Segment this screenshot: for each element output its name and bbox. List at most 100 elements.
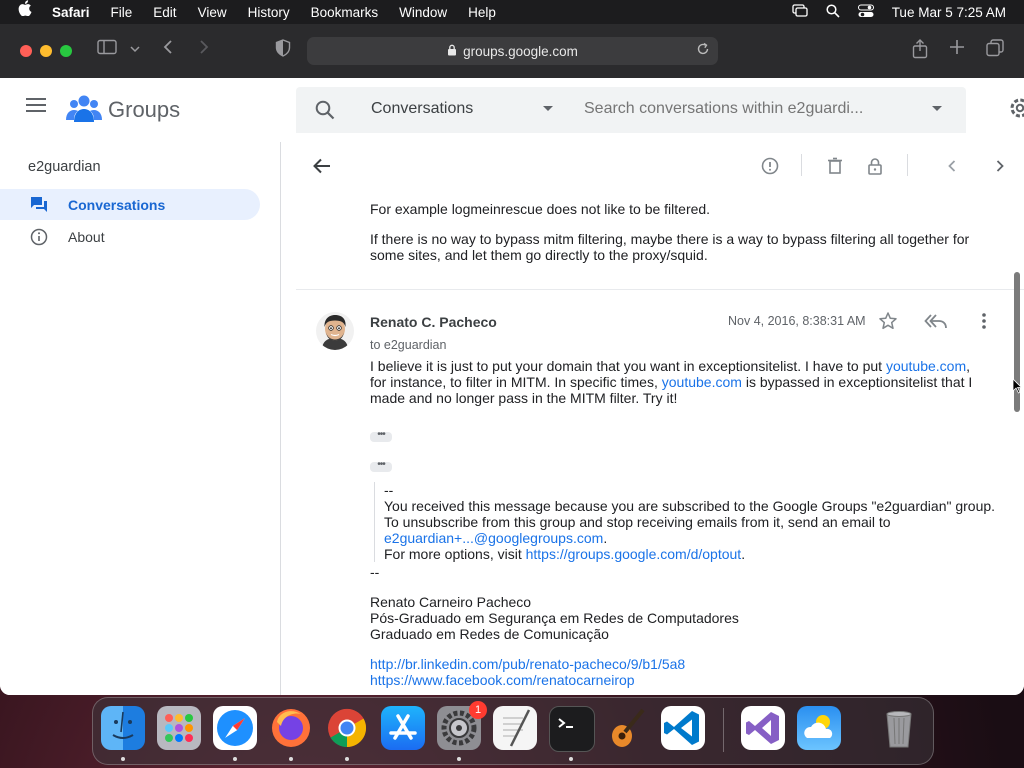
signature-line: Graduado em Redes de Comunicação [370,626,609,642]
scope-dropdown-icon[interactable] [543,106,553,111]
sidebar-item-label: Conversations [68,196,166,213]
main-menu-icon[interactable] [26,98,46,112]
spotlight-search-icon[interactable] [826,3,840,21]
chrome-icon[interactable] [325,706,369,750]
recipient-line: to e2guardian [370,338,447,352]
sidebar-item-conversations[interactable]: Conversations [0,189,260,220]
trash-icon[interactable] [877,706,921,750]
more-options-icon[interactable] [976,311,992,331]
privacy-shield-icon[interactable] [275,39,291,63]
menu-edit[interactable]: Edit [153,5,176,20]
sender-name[interactable]: Renato C. Pacheco [370,314,497,330]
sidebar-item-about[interactable]: About [0,221,260,252]
screen-mirroring-icon[interactable] [792,3,808,21]
next-conversation-icon[interactable] [990,156,1010,176]
finder-icon[interactable] [101,706,145,750]
menu-window[interactable]: Window [399,5,447,20]
optout-link[interactable]: https://groups.google.com/d/optout [526,546,742,562]
unsubscribe-email-link[interactable]: e2guardian+...@googlegroups.com [384,530,603,546]
previous-conversation-icon[interactable] [942,156,962,176]
share-icon[interactable] [912,39,928,65]
facebook-link[interactable]: https://www.facebook.com/renatocarneirop [370,672,635,688]
app-store-icon[interactable] [381,706,425,750]
settings-gear-icon[interactable] [1008,96,1024,120]
message-divider [296,289,1024,290]
quoted-line: You received this message because you ar… [384,498,996,514]
report-abuse-icon[interactable] [760,156,780,176]
group-name[interactable]: e2guardian [28,159,101,175]
signature-line: Pós-Graduado em Segurança em Redes de Co… [370,610,739,626]
reply-all-icon[interactable] [924,311,948,331]
safari-toolbar: groups.google.com [0,24,1024,79]
sidebar-toggle-icon[interactable] [97,39,117,61]
show-trimmed-content-button[interactable]: ••• [370,430,392,442]
youtube-link[interactable]: youtube.com [886,358,966,374]
running-indicator [233,757,237,761]
quoted-separator: -- [384,482,394,498]
quoted-text: . [603,530,608,546]
window-close-button[interactable] [20,45,32,57]
delete-icon[interactable] [825,156,845,176]
menu-view[interactable]: View [198,5,227,20]
search-scope-select[interactable]: Conversations [371,100,473,118]
youtube-link[interactable]: youtube.com [662,374,742,390]
back-nav-icon[interactable] [162,39,174,61]
star-icon[interactable] [878,311,898,331]
reload-icon[interactable] [696,42,710,59]
tab-group-chevron-icon[interactable] [130,39,140,61]
quoted-line: For more options, visit https://groups.g… [384,546,1004,562]
apple-menu-icon[interactable] [18,0,34,24]
previous-message-paragraph: If there is no way to bypass mitm filter… [370,231,970,263]
menu-app-name[interactable]: Safari [52,5,90,20]
menu-help[interactable]: Help [468,5,496,20]
lock-conversation-icon[interactable] [865,156,885,176]
message-body: I believe it is just to put your domain … [370,358,985,406]
vscode-icon[interactable] [661,706,705,750]
running-indicator [121,757,125,761]
lock-icon [447,44,457,59]
search-input[interactable] [584,100,914,118]
address-bar[interactable]: groups.google.com [307,37,718,65]
quoted-line: e2guardian+...@googlegroups.com. [384,530,1004,546]
groups-sidebar: e2guardian Conversations About [0,142,281,695]
safari-window: groups.google.com Groups Conversations S… [0,24,1024,695]
sender-avatar[interactable] [316,312,354,350]
textedit-icon[interactable] [493,706,537,750]
action-separator [801,154,802,176]
tab-overview-icon[interactable] [986,39,1004,63]
dock-separator [723,708,724,752]
show-quoted-text-button[interactable]: ••• [370,460,392,472]
previous-message-line: For example logmeinrescue does not like … [370,201,711,217]
menu-bar: Safari File Edit View History Bookmarks … [0,0,1024,24]
linkedin-link[interactable]: http://br.linkedin.com/pub/renato-pachec… [370,656,685,672]
menu-bookmarks[interactable]: Bookmarks [311,5,379,20]
menu-file[interactable]: File [111,5,133,20]
new-tab-icon[interactable] [949,39,965,61]
window-minimize-button[interactable] [40,45,52,57]
safari-icon[interactable] [213,706,257,750]
search-bar: Conversations [296,87,966,133]
forward-nav-icon[interactable] [198,39,210,61]
search-icon[interactable] [314,99,336,121]
search-options-dropdown-icon[interactable] [932,106,942,111]
weather-icon[interactable] [797,706,841,750]
garageband-icon[interactable] [605,706,649,750]
terminal-icon[interactable] [549,706,595,752]
control-center-icon[interactable] [857,4,874,21]
firefox-icon[interactable] [269,706,313,750]
back-arrow-icon[interactable] [312,156,332,176]
launchpad-icon[interactable] [157,706,201,750]
quoted-footer: -- You received this message because you… [374,482,1004,562]
thread-action-bar [296,142,1024,190]
menu-history[interactable]: History [248,5,290,20]
visual-studio-icon[interactable] [741,706,785,750]
signature-separator: -- [370,564,380,580]
window-zoom-button[interactable] [60,45,72,57]
dock: 1 [92,697,934,765]
running-indicator [345,757,349,761]
product-name[interactable]: Groups [108,97,180,123]
menu-clock[interactable]: Tue Mar 5 7:25 AM [892,5,1006,20]
message-text: I believe it is just to put your domain … [370,358,886,374]
groups-logo-icon[interactable] [66,94,102,124]
signature-link-row: http://br.linkedin.com/pub/renato-pachec… [370,656,985,672]
